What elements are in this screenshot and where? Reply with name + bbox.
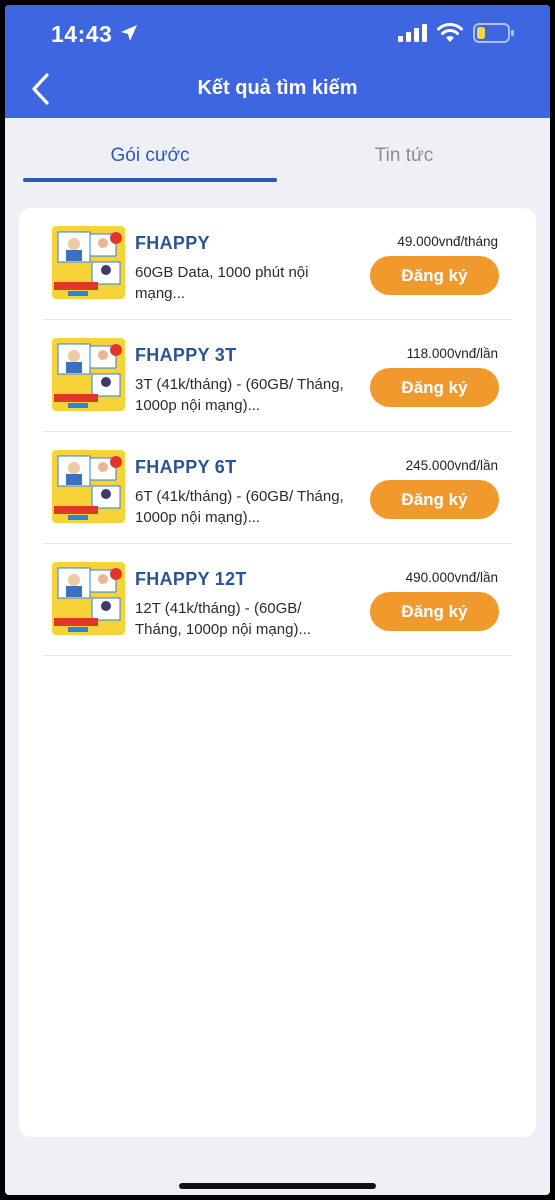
- package-thumbnail: [52, 226, 125, 299]
- divider: [43, 655, 512, 656]
- package-description: 3T (41k/tháng) - (60GB/ Tháng, 1000p nội…: [135, 376, 344, 414]
- location-arrow-icon: [121, 25, 137, 41]
- package-item[interactable]: FHAPPY 12T 12T (41k/tháng) - (60GB/ Thán…: [19, 544, 536, 656]
- tab-bar: Gói cước Tin tức: [5, 118, 550, 182]
- package-price: 118.000vnđ/lần: [406, 346, 498, 361]
- register-button[interactable]: Đăng ký: [370, 480, 499, 519]
- package-item[interactable]: FHAPPY 60GB Data, 1000 phút nội mạng... …: [19, 208, 536, 320]
- active-tab-indicator: [23, 178, 277, 182]
- register-button[interactable]: Đăng ký: [370, 368, 499, 407]
- package-name: FHAPPY 6T: [135, 457, 237, 477]
- package-description: 12T (41k/tháng) - (60GB/ Tháng, 1000p nộ…: [135, 600, 311, 638]
- package-name: FHAPPY: [135, 233, 210, 253]
- results-card: FHAPPY 60GB Data, 1000 phút nội mạng... …: [19, 208, 536, 1137]
- package-thumbnail: [52, 562, 125, 635]
- package-description: 60GB Data, 1000 phút nội mạng...: [135, 264, 309, 302]
- package-thumbnail: [52, 450, 125, 523]
- register-button[interactable]: Đăng ký: [370, 592, 499, 631]
- wifi-icon: [437, 23, 463, 42]
- header-bar: 14:43 Kết quả tìm kiếm: [5, 5, 550, 118]
- tab-goi-cuoc[interactable]: Gói cước: [23, 118, 277, 182]
- home-indicator[interactable]: [179, 1183, 376, 1189]
- page-title: Kết quả tìm kiếm: [197, 77, 358, 99]
- package-thumbnail: [52, 338, 125, 411]
- package-price: 49.000vnđ/tháng: [397, 234, 498, 249]
- package-item[interactable]: FHAPPY 3T 3T (41k/tháng) - (60GB/ Tháng,…: [19, 320, 536, 432]
- app-screen: 14:43 Kết quả tìm kiếm Gói cước Tin tức: [5, 5, 550, 1195]
- cellular-signal-icon: [398, 24, 427, 42]
- package-price: 245.000vnđ/lần: [405, 458, 498, 473]
- package-description: 6T (41k/tháng) - (60GB/ Tháng, 1000p nội…: [135, 488, 344, 526]
- tab-tin-tuc[interactable]: Tin tức: [277, 118, 531, 182]
- package-price: 490.000vnđ/lần: [405, 570, 498, 585]
- status-time: 14:43: [51, 21, 113, 47]
- battery-icon: [473, 23, 514, 43]
- package-name: FHAPPY 3T: [135, 345, 237, 365]
- register-button[interactable]: Đăng ký: [370, 256, 499, 295]
- package-item[interactable]: FHAPPY 6T 6T (41k/tháng) - (60GB/ Tháng,…: [19, 432, 536, 544]
- package-name: FHAPPY 12T: [135, 569, 247, 589]
